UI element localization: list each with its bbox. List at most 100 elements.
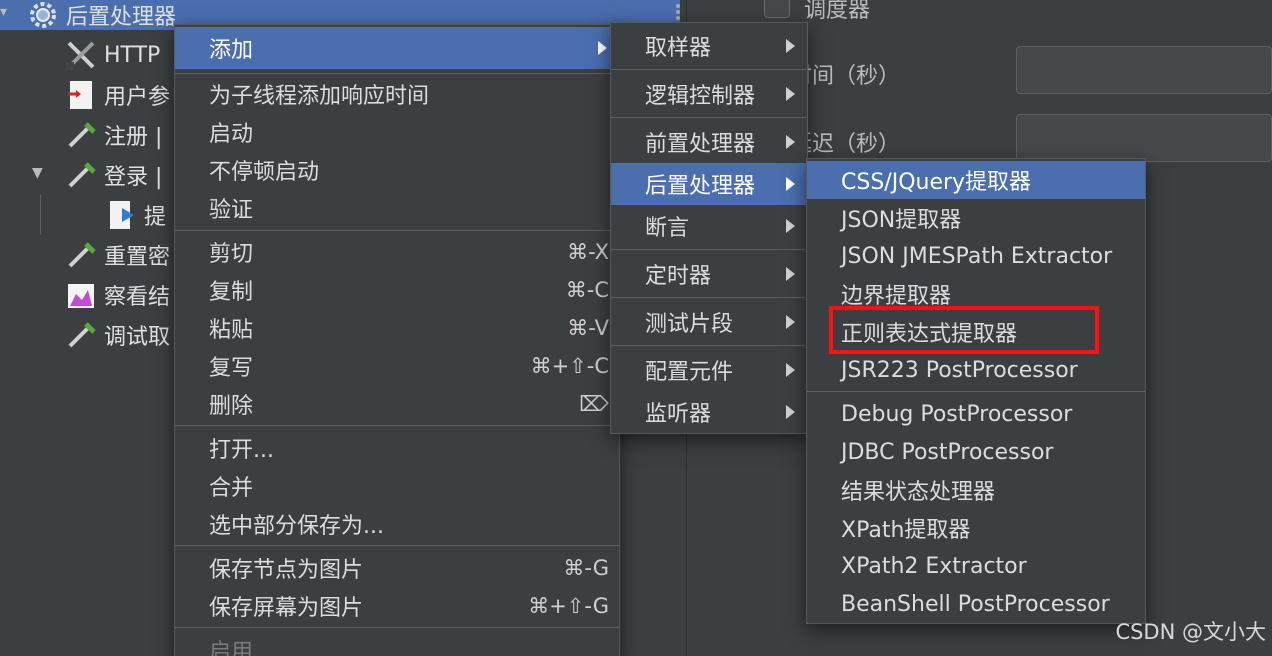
results-graph-icon bbox=[64, 278, 98, 312]
menu-item-preprocessor[interactable]: 前置处理器 bbox=[611, 121, 807, 163]
menu-item-beanshell-postprocessor[interactable]: BeanShell PostProcessor bbox=[807, 585, 1145, 623]
submenu-arrow-icon bbox=[786, 135, 795, 149]
menu-separator bbox=[611, 297, 807, 298]
user-params-doc-icon bbox=[64, 78, 98, 112]
menu-item-label: 合并 bbox=[209, 476, 254, 501]
menu-item-label: 断言 bbox=[645, 216, 690, 241]
menu-item-label: 逻辑控制器 bbox=[645, 84, 756, 109]
menu-item-label: CSS/JQuery提取器 bbox=[841, 170, 1032, 195]
menu-item-save-selection[interactable]: 选中部分保存为... bbox=[175, 505, 619, 543]
menu-item-jsr223-postprocessor[interactable]: JSR223 PostProcessor bbox=[807, 351, 1145, 389]
duration-input[interactable] bbox=[1016, 46, 1272, 94]
menu-item-label: 添加 bbox=[209, 38, 254, 63]
menu-item-label: 选中部分保存为... bbox=[209, 514, 384, 539]
menu-separator bbox=[175, 425, 619, 426]
menu-item-label: 保存节点为图片 bbox=[209, 558, 364, 583]
tree-item-label: HTTP bbox=[104, 42, 161, 68]
menu-item-label: 打开... bbox=[209, 438, 274, 463]
submenu-arrow-icon bbox=[786, 315, 795, 329]
menu-separator bbox=[175, 627, 619, 628]
menu-item-copy[interactable]: 复制 ⌘-C bbox=[175, 271, 619, 309]
watermark: CSDN @文小大 bbox=[1115, 620, 1266, 644]
expanded-chevron-icon[interactable]: ▾ bbox=[0, 4, 7, 20]
submenu-arrow-icon bbox=[786, 405, 795, 419]
menu-item-duplicate[interactable]: 复写 ⌘+⇧-C bbox=[175, 347, 619, 385]
menu-item-label: 为子线程添加响应时间 bbox=[209, 84, 430, 109]
menu-item-label: 监听器 bbox=[645, 402, 712, 427]
menu-item-label: 配置元件 bbox=[645, 360, 734, 385]
menu-item-sampler[interactable]: 取样器 bbox=[611, 25, 807, 67]
menu-item-css-jquery-extractor[interactable]: CSS/JQuery提取器 bbox=[807, 161, 1145, 199]
menu-item-cut[interactable]: 剪切 ⌘-X bbox=[175, 233, 619, 271]
submenu-arrow-icon bbox=[786, 87, 795, 101]
delete-key-icon: ⌦ bbox=[579, 392, 609, 416]
menu-item-shortcut: ⌘+⇧-G bbox=[528, 594, 609, 618]
pipette-icon bbox=[64, 118, 98, 152]
menu-item-shortcut: ⌘-V bbox=[567, 316, 609, 340]
menu-item-debug-postprocessor[interactable]: Debug PostProcessor bbox=[807, 395, 1145, 433]
menu-item-json-extractor[interactable]: JSON提取器 bbox=[807, 199, 1145, 237]
menu-item-shortcut: ⌘-C bbox=[565, 278, 609, 302]
menu-item-config-element[interactable]: 配置元件 bbox=[611, 349, 807, 391]
menu-item-label: 保存屏幕为图片 bbox=[209, 596, 364, 621]
menu-separator bbox=[611, 117, 807, 118]
menu-item-xpath2-extractor[interactable]: XPath2 Extractor bbox=[807, 547, 1145, 585]
menu-item-open[interactable]: 打开... bbox=[175, 429, 619, 467]
menu-item-listener[interactable]: 监听器 bbox=[611, 391, 807, 433]
pipette-icon bbox=[64, 238, 98, 272]
menu-item-json-jmespath-extractor[interactable]: JSON JMESPath Extractor bbox=[807, 237, 1145, 275]
menu-item-label: 启动 bbox=[209, 122, 254, 147]
menu-item-label: 测试片段 bbox=[645, 312, 734, 337]
menu-item-xpath-extractor[interactable]: XPath提取器 bbox=[807, 509, 1145, 547]
delay-input[interactable] bbox=[1016, 114, 1272, 162]
menu-item-label: 粘贴 bbox=[209, 318, 254, 343]
tree-item-label: 提 bbox=[144, 205, 167, 230]
menu-item-result-status-handler[interactable]: 结果状态处理器 bbox=[807, 471, 1145, 509]
menu-item-label: Debug PostProcessor bbox=[841, 401, 1073, 427]
menu-item-test-fragment[interactable]: 测试片段 bbox=[611, 301, 807, 343]
submenu-arrow-icon bbox=[786, 267, 795, 281]
menu-item-label: BeanShell PostProcessor bbox=[841, 591, 1110, 617]
menu-item-postprocessor[interactable]: 后置处理器 bbox=[611, 163, 807, 205]
menu-item-assertion[interactable]: 断言 bbox=[611, 205, 807, 247]
menu-item-add-response-time[interactable]: 为子线程添加响应时间 bbox=[175, 75, 619, 113]
tree-guide-line bbox=[40, 195, 41, 235]
menu-item-paste[interactable]: 粘贴 ⌘-V bbox=[175, 309, 619, 347]
menu-item-delete[interactable]: 删除 ⌦ bbox=[175, 385, 619, 423]
menu-item-merge[interactable]: 合并 bbox=[175, 467, 619, 505]
add-submenu: 取样器 逻辑控制器 前置处理器 后置处理器 断言 定时器 测试片段 配置元件 监… bbox=[610, 22, 808, 434]
menu-item-label: XPath2 Extractor bbox=[841, 553, 1027, 579]
pipette-icon bbox=[64, 318, 98, 352]
menu-item-label: 不停顿启动 bbox=[209, 160, 320, 185]
scheduler-checkbox[interactable] bbox=[764, 0, 790, 18]
menu-item-shortcut: ⌘-G bbox=[563, 556, 609, 580]
scheduler-label: 调度器 bbox=[804, 0, 871, 23]
menu-item-save-node-image[interactable]: 保存节点为图片 ⌘-G bbox=[175, 549, 619, 587]
menu-item-start-no-pause[interactable]: 不停顿启动 bbox=[175, 151, 619, 189]
tree-item-label: 后置处理器 bbox=[66, 5, 177, 30]
menu-separator bbox=[175, 73, 619, 74]
menu-item-shortcut: ⌘-X bbox=[567, 240, 609, 264]
menu-item-save-screen-image[interactable]: 保存屏幕为图片 ⌘+⇧-G bbox=[175, 587, 619, 625]
pipette-icon bbox=[64, 158, 98, 192]
menu-item-label: JDBC PostProcessor bbox=[841, 439, 1054, 465]
menu-item-label: 复制 bbox=[209, 280, 254, 305]
menu-separator bbox=[807, 391, 1145, 392]
menu-item-logic-controller[interactable]: 逻辑控制器 bbox=[611, 73, 807, 115]
expanded-chevron-icon[interactable]: ▼ bbox=[32, 165, 43, 181]
menu-item-label: JSR223 PostProcessor bbox=[841, 357, 1078, 383]
menu-item-label: 复写 bbox=[209, 356, 254, 381]
extractor-doc-icon bbox=[104, 198, 138, 232]
menu-separator bbox=[175, 545, 619, 546]
menu-item-jdbc-postprocessor[interactable]: JDBC PostProcessor bbox=[807, 433, 1145, 471]
menu-item-add[interactable]: 添加 bbox=[175, 27, 619, 69]
menu-item-validate[interactable]: 验证 bbox=[175, 189, 619, 227]
tree-item-label: 登录 | bbox=[104, 165, 163, 190]
postprocessor-submenu: CSS/JQuery提取器 JSON提取器 JSON JMESPath Extr… bbox=[806, 158, 1146, 624]
menu-item-timer[interactable]: 定时器 bbox=[611, 253, 807, 295]
annotation-highlight-box bbox=[829, 306, 1099, 354]
menu-item-enable[interactable]: 启用 bbox=[175, 631, 619, 656]
menu-separator bbox=[611, 249, 807, 250]
menu-item-start[interactable]: 启动 bbox=[175, 113, 619, 151]
submenu-arrow-icon bbox=[786, 363, 795, 377]
